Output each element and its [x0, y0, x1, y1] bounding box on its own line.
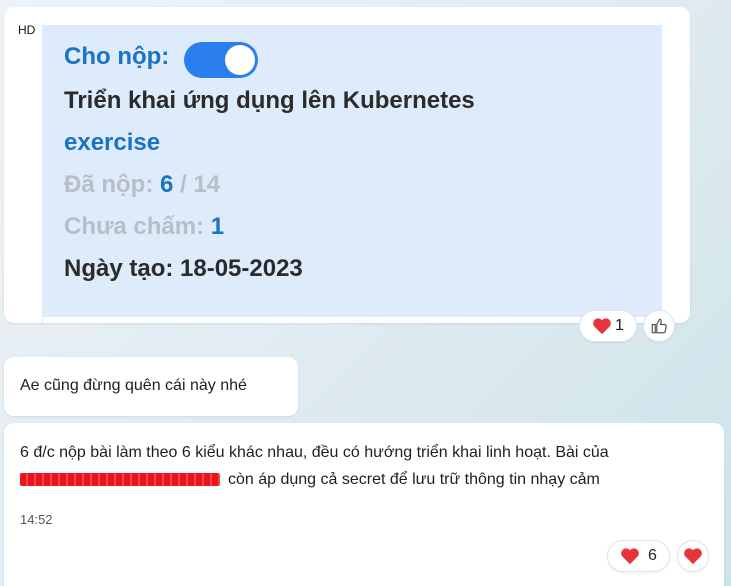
ungraded-stat: Chưa chấm: 1	[64, 213, 224, 241]
submitted-count: 6	[160, 171, 174, 198]
heart-reaction[interactable]: 6	[607, 540, 670, 572]
assignment-title: Triển khai ứng dụng lên Kubernetes	[64, 87, 475, 114]
message-text: Ae cũng đừng quên cái này nhé	[20, 377, 247, 394]
heart-reaction[interactable]: 1	[579, 310, 637, 342]
ungraded-count: 1	[210, 213, 225, 240]
message-text-tail: còn áp dụng cả secret để lưu trữ thông t…	[228, 471, 600, 488]
created-date: Ngày tạo: 18-05-2023	[64, 255, 303, 282]
ungraded-label: Chưa chấm:	[64, 213, 205, 240]
heart-icon	[621, 548, 639, 565]
redacted-name	[20, 473, 220, 487]
message-timestamp: 14:52	[20, 512, 53, 527]
message-bubble: Ae cũng đừng quên cái này nhé	[4, 357, 298, 416]
heart-count: 1	[615, 317, 624, 334]
add-heart-button[interactable]	[677, 540, 709, 572]
like-button[interactable]	[643, 310, 675, 342]
submit-toggle[interactable]	[184, 42, 258, 78]
heart-icon	[593, 318, 611, 335]
submit-toggle-label: Cho nộp:	[64, 43, 170, 70]
thumbs-up-icon	[651, 318, 667, 334]
heart-icon	[684, 548, 702, 565]
card-bottom-edge	[42, 313, 662, 323]
heart-count: 6	[648, 547, 657, 564]
hd-badge: HD	[18, 23, 36, 37]
submitted-total: / 14	[180, 171, 221, 198]
submitted-label: Đã nộp:	[64, 171, 154, 198]
message-text-line: 6 đ/c nộp bài làm theo 6 kiểu khác nhau,…	[20, 444, 609, 461]
assignment-type: exercise	[64, 129, 161, 156]
toggle-knob	[225, 45, 255, 75]
message-text-line-2: còn áp dụng cả secret để lưu trữ thông t…	[20, 471, 600, 489]
submitted-stat: Đã nộp: 6 / 14	[64, 171, 220, 199]
